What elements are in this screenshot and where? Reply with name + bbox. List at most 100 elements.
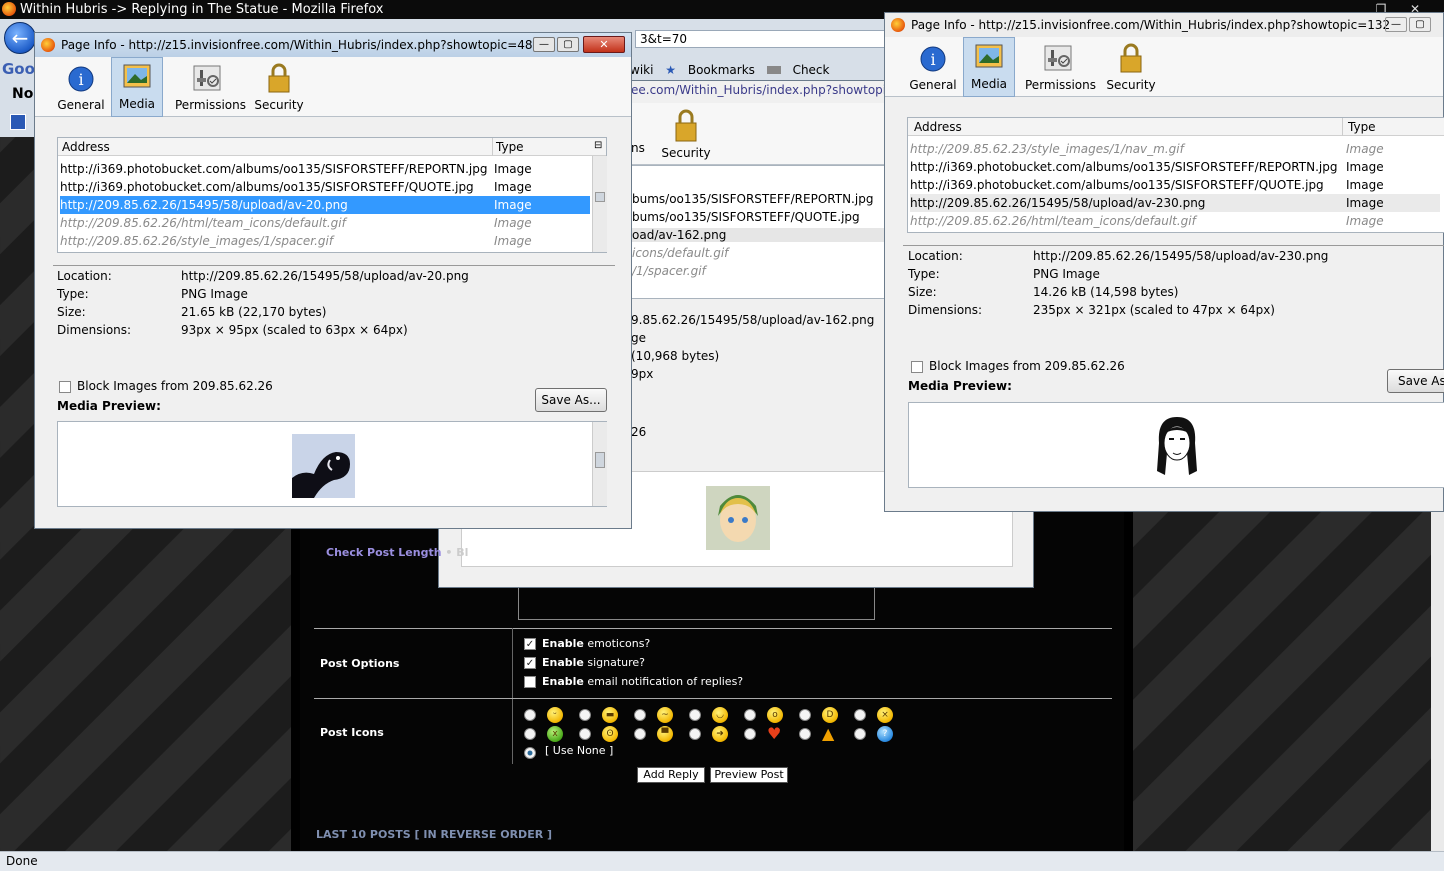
check-menu[interactable]: Check: [793, 63, 830, 77]
bookmarks-bar: wiki ★ Bookmarks Check: [630, 60, 885, 80]
table-row-selected[interactable]: http://209.85.62.26/15495/58/upload/av-2…: [910, 194, 1440, 212]
save-as-button[interactable]: Save As...: [1387, 369, 1444, 393]
bg-row[interactable]: bums/oo135/SISFORSTEFF/QUOTE.jpg: [632, 210, 860, 224]
tab-general[interactable]: i General: [907, 39, 959, 95]
preview-image: [1153, 413, 1200, 477]
tab-security[interactable]: Security: [251, 59, 307, 115]
save-as-button[interactable]: Save As...: [535, 388, 607, 412]
table-row[interactable]: http://i369.photobucket.com/albums/oo135…: [60, 160, 590, 178]
page-info-tabs: i General Media Permissions Security: [35, 57, 631, 117]
icon-radio[interactable]: [799, 728, 811, 740]
table-row-selected[interactable]: http://209.85.62.26/15495/58/upload/av-2…: [60, 196, 590, 214]
check-post-length-link[interactable]: Check Post Length • Bl: [326, 546, 468, 559]
media-icon: [975, 44, 1003, 68]
icon-radio[interactable]: [634, 728, 646, 740]
icon-radio[interactable]: [524, 709, 536, 721]
preview-post-button[interactable]: Preview Post: [710, 767, 788, 783]
tab-media[interactable]: Media: [963, 37, 1015, 97]
bg-security-tab[interactable]: Security: [661, 109, 711, 160]
block-images-option[interactable]: Block Images from 209.85.62.26: [59, 379, 273, 393]
icon-radio[interactable]: [524, 728, 536, 740]
type-label: Type:: [908, 267, 940, 281]
bookmark-wiki[interactable]: wiki: [630, 63, 653, 77]
add-reply-button[interactable]: Add Reply: [637, 767, 705, 783]
column-address[interactable]: Address: [62, 140, 110, 154]
checkbox-checked-icon[interactable]: ✓: [524, 638, 536, 650]
icon-radio[interactable]: [634, 709, 646, 721]
table-scrollbar[interactable]: [592, 156, 607, 252]
cool-icon: ▀: [657, 726, 673, 742]
tab-security[interactable]: Security: [1103, 39, 1159, 95]
icon-radio[interactable]: [854, 728, 866, 740]
tab-permissions[interactable]: Permissions: [1025, 39, 1096, 95]
tab-label: Permissions: [1025, 78, 1096, 92]
media-preview-box: [908, 402, 1444, 488]
lock-icon: [675, 109, 697, 142]
bg-row[interactable]: bums/oo135/SISFORSTEFF/REPORTN.jpg: [632, 192, 873, 206]
column-picker-icon[interactable]: ⊟: [594, 140, 602, 151]
enable-emoticons-option[interactable]: ✓ Enable emoticons?: [524, 637, 650, 650]
table-row[interactable]: http://i369.photobucket.com/albums/oo135…: [910, 158, 1440, 176]
wink-icon: ~: [657, 707, 673, 723]
google-search-logo: Goo: [2, 60, 35, 78]
enable-email-notification-option[interactable]: Enable email notification of replies?: [524, 675, 743, 688]
page-info-title-bar: Page Info - http://z15.invisionfree.com/…: [885, 13, 1443, 37]
lock-icon: [1120, 43, 1142, 73]
tab-media[interactable]: Media: [111, 57, 163, 117]
minimize-icon[interactable]: —: [1385, 17, 1407, 32]
bookmark-gray-icon[interactable]: [766, 66, 781, 74]
icon-radio[interactable]: [744, 709, 756, 721]
info-icon: i: [920, 46, 946, 72]
column-address[interactable]: Address: [914, 120, 962, 134]
checkbox-icon[interactable]: [524, 676, 536, 688]
checkbox-checked-icon[interactable]: ✓: [524, 657, 536, 669]
tab-favicon-icon[interactable]: [10, 114, 26, 130]
icon-radio-selected[interactable]: [524, 747, 536, 759]
tab-permissions[interactable]: Permissions: [175, 59, 246, 115]
preview-scrollbar[interactable]: [592, 422, 607, 506]
back-arrow-icon[interactable]: ←: [4, 22, 36, 54]
page-info-title: Page Info - http://z15.invisionfree.com/…: [61, 38, 533, 52]
tab-label: General: [909, 78, 957, 92]
close-icon[interactable]: ✕: [583, 36, 625, 53]
maximize-icon[interactable]: ▢: [557, 37, 579, 52]
checkbox-icon[interactable]: [911, 360, 923, 373]
avatar-preview: [706, 486, 770, 550]
post-textarea[interactable]: [518, 588, 875, 620]
block-images-option[interactable]: Block Images from 209.85.62.26: [911, 359, 1125, 373]
icon-radio[interactable]: [799, 709, 811, 721]
maximize-icon[interactable]: ▢: [1409, 17, 1431, 32]
dimensions-value: 93px × 95px (scaled to 63px × 64px): [181, 323, 408, 337]
minimize-icon[interactable]: —: [533, 37, 555, 52]
column-type[interactable]: Type: [496, 140, 524, 154]
icon-radio[interactable]: [689, 709, 701, 721]
table-header: Address Type ⊟: [58, 138, 606, 156]
bg-row[interactable]: icons/default.gif: [632, 246, 728, 260]
tab-general[interactable]: i General: [55, 59, 107, 115]
bg-row[interactable]: /1/spacer.gif: [632, 264, 706, 278]
icon-radio[interactable]: [854, 709, 866, 721]
tab-label: Media: [970, 77, 1008, 91]
table-row[interactable]: http://209.85.62.26/style_images/1/space…: [60, 232, 590, 250]
enable-signature-option[interactable]: ✓ Enable signature?: [524, 656, 645, 669]
url-bar[interactable]: 3&t=70: [635, 30, 885, 48]
bookmarks-menu[interactable]: Bookmarks: [688, 63, 755, 77]
table-row[interactable]: http://209.85.62.23/style_images/1/nav_m…: [910, 140, 1440, 158]
bg-tab-partial[interactable]: ns: [631, 141, 645, 155]
table-header: Address Type: [908, 118, 1444, 136]
icon-radio[interactable]: [579, 709, 591, 721]
table-row[interactable]: http://209.85.62.26/html/team_icons/defa…: [910, 212, 1440, 230]
icon-radio[interactable]: [744, 728, 756, 740]
icon-radio[interactable]: [689, 728, 701, 740]
media-table: Address Type ⊟ http://i369.photobucket.c…: [57, 137, 607, 253]
table-row[interactable]: http://i369.photobucket.com/albums/oo135…: [60, 178, 590, 196]
size-label: Size:: [908, 285, 937, 299]
divider: [512, 628, 513, 764]
icon-radio[interactable]: [579, 728, 591, 740]
firefox-icon: [891, 18, 905, 32]
arrow-right-icon: ➜: [712, 726, 728, 742]
checkbox-icon[interactable]: [59, 380, 71, 393]
table-row[interactable]: http://209.85.62.26/html/team_icons/defa…: [60, 214, 590, 232]
table-row[interactable]: http://i369.photobucket.com/albums/oo135…: [910, 176, 1440, 194]
column-type[interactable]: Type: [1348, 120, 1376, 134]
